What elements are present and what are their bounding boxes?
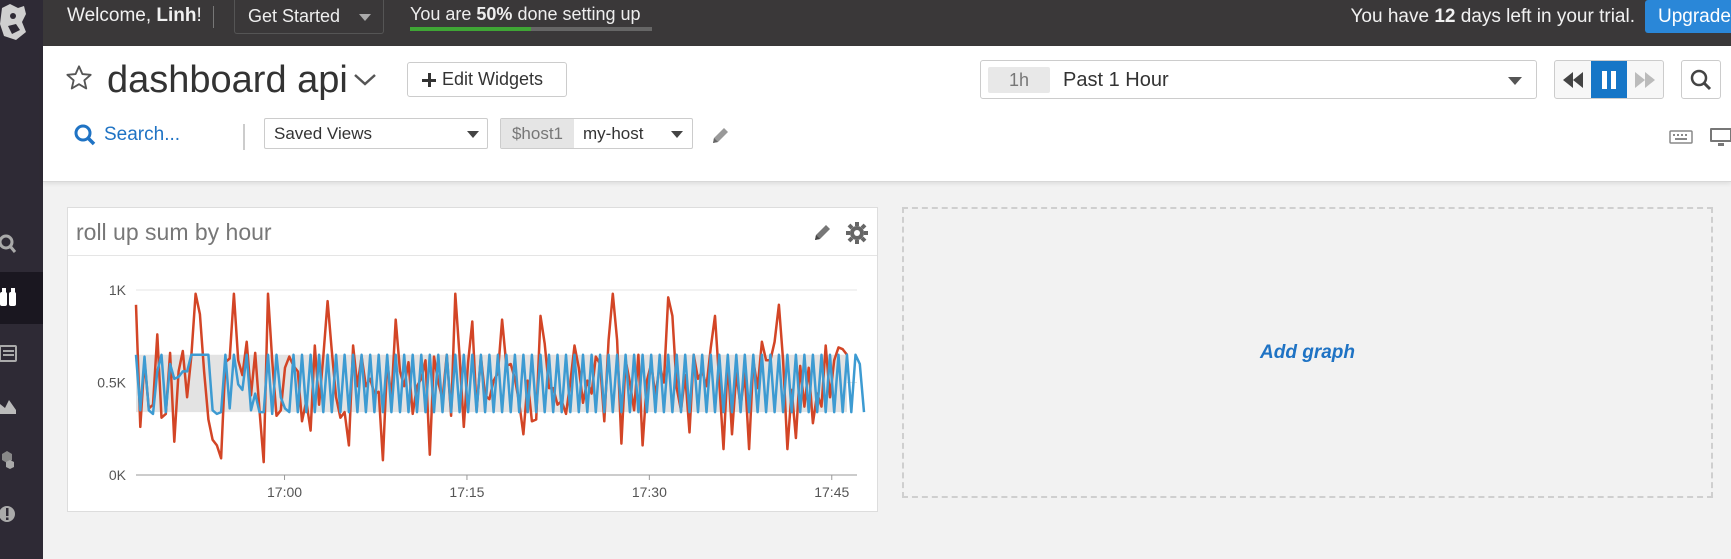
dashboard-header: dashboard api Edit Widgets 1h Past 1 Hou… [43, 46, 1731, 182]
upgrade-button[interactable]: Upgrade [1645, 0, 1731, 33]
y-tick-label: 0.5K [97, 375, 126, 391]
nav-metrics-icon[interactable] [0, 380, 43, 432]
widget-edit-pencil-icon[interactable] [812, 223, 832, 248]
tv-mode-icon[interactable] [1709, 127, 1731, 152]
datadog-logo-icon[interactable] [0, 2, 30, 42]
template-variable-value: my-host [583, 124, 644, 143]
template-variable-host[interactable]: $host1 my-host [500, 118, 693, 149]
nav-search-icon[interactable] [0, 218, 43, 270]
edit-variables-pencil-icon[interactable] [710, 126, 730, 151]
edit-widgets-button[interactable]: Edit Widgets [407, 62, 567, 97]
pause-icon[interactable] [1591, 61, 1627, 98]
playback-controls [1554, 60, 1664, 99]
widget-header: roll up sum by hour [68, 208, 877, 256]
chevron-down-icon [359, 14, 371, 21]
saved-views-dropdown[interactable]: Saved Views [264, 118, 488, 149]
x-tick-label: 17:15 [449, 484, 484, 500]
zoom-search-icon[interactable] [1681, 60, 1721, 99]
nav-integrations-icon[interactable] [0, 434, 43, 486]
search-icon [74, 124, 96, 146]
trial-notice: You have 12 days left in your trial. [1350, 6, 1636, 27]
title-chevron-down-icon[interactable] [353, 72, 377, 93]
search-link[interactable]: Search... [74, 124, 180, 146]
nav-monitors-icon[interactable] [0, 488, 43, 540]
divider [243, 124, 245, 150]
timeseries-chart[interactable]: 0K 0.5K 1K 17:00 17:15 17:30 17:45 [68, 257, 877, 511]
time-range-selector[interactable]: 1h Past 1 Hour [980, 60, 1537, 99]
plus-icon [422, 73, 436, 87]
chevron-down-icon [467, 131, 479, 138]
fast-forward-icon[interactable] [1627, 61, 1663, 98]
add-graph-link[interactable]: Add graph [1260, 342, 1355, 364]
x-tick-label: 17:30 [632, 484, 667, 500]
left-nav [0, 0, 43, 559]
y-tick-label: 1K [109, 282, 127, 298]
favorite-star-icon[interactable] [65, 64, 93, 97]
top-bar: Welcome, Linh! Get Started You are 50% d… [43, 0, 1731, 46]
dashboard-title[interactable]: dashboard api [107, 58, 348, 102]
nav-binoculars-icon[interactable] [0, 272, 43, 324]
rewind-icon[interactable] [1555, 61, 1591, 98]
widget-settings-gear-icon[interactable] [846, 222, 868, 249]
timeseries-widget: roll up sum by hour 0K 0.5K 1K 17:00 17:15 17… [67, 207, 878, 512]
time-range-chip: 1h [988, 67, 1050, 93]
y-tick-label: 0K [109, 467, 127, 483]
x-tick-label: 17:45 [814, 484, 849, 500]
get-started-dropdown[interactable]: Get Started [234, 0, 384, 34]
nav-logs-icon[interactable] [0, 328, 43, 380]
setup-progress-fill [410, 27, 531, 31]
time-range-label: Past 1 Hour [1063, 69, 1169, 91]
setup-status[interactable]: You are 50% done setting up [410, 4, 641, 25]
chevron-down-icon [1508, 77, 1522, 85]
widget-title: roll up sum by hour [76, 219, 272, 245]
template-variable-name: $host1 [501, 119, 574, 148]
setup-progress-bar [410, 27, 652, 31]
header-right-icons [1669, 126, 1731, 153]
add-graph-placeholder[interactable]: Add graph [902, 207, 1713, 498]
x-tick-label: 17:00 [267, 484, 302, 500]
user-name: Linh [156, 5, 197, 26]
keyboard-icon[interactable] [1669, 129, 1693, 150]
top-separator [213, 6, 214, 28]
chevron-down-icon [671, 131, 683, 138]
welcome-text: Welcome, Linh! [67, 5, 202, 26]
